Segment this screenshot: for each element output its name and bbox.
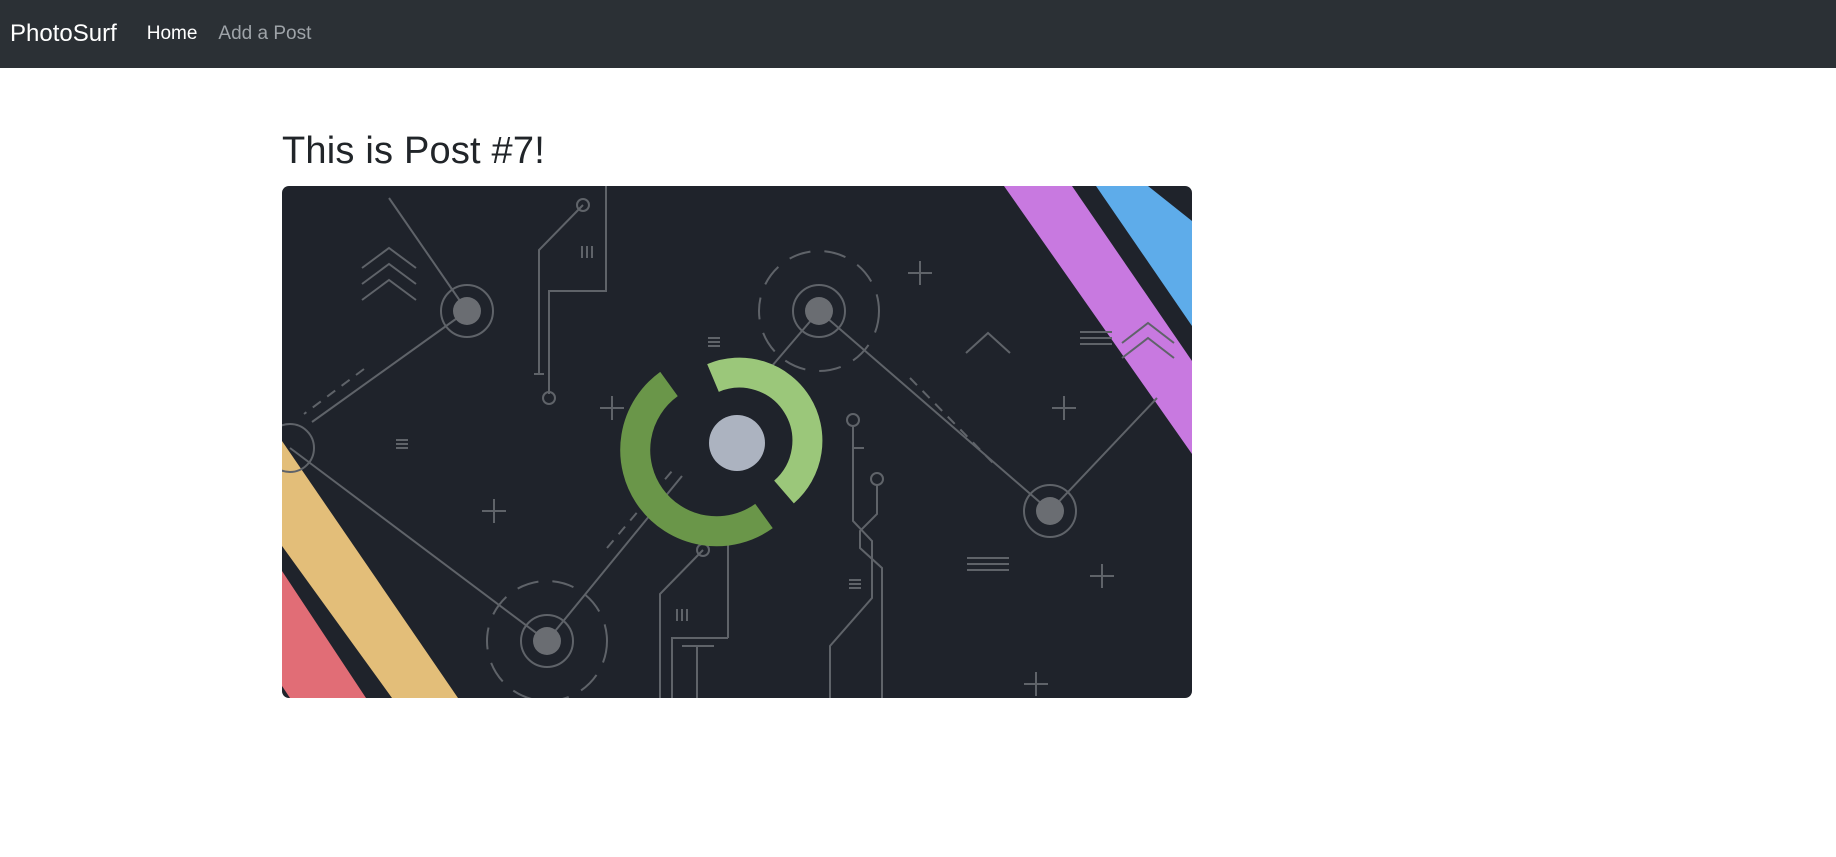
nav-link-add-post[interactable]: Add a Post: [218, 23, 311, 45]
nav-link-home[interactable]: Home: [147, 23, 198, 45]
circuit-illustration-icon: [282, 186, 1192, 698]
post-image: [282, 186, 1192, 698]
brand-logo-link[interactable]: PhotoSurf: [10, 20, 117, 48]
post-title: This is Post #7!: [282, 130, 545, 172]
top-navbar: PhotoSurf Home Add a Post: [0, 0, 1836, 68]
